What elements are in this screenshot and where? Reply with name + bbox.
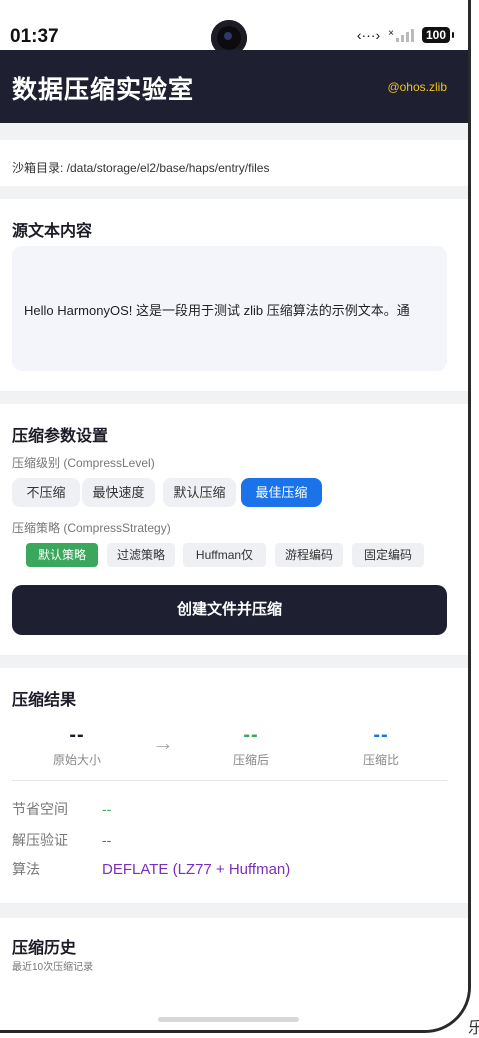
stat-original: -- 原始大小 (37, 724, 117, 768)
status-time: 01:37 (10, 26, 59, 47)
source-text: Hello HarmonyOS! 这是一段用于测试 zlib 压缩算法的示例文本… (24, 303, 410, 318)
level-option-fastest[interactable]: 最快速度 (82, 478, 155, 507)
phone-screen: 01:37 ‹···› × 100 数据压缩实验室 @ohos.zlib 沙箱目… (0, 0, 471, 1033)
history-title: 压缩历史 (12, 940, 77, 957)
strategy-option-huffman[interactable]: Huffman仅 (183, 543, 266, 567)
level-option-none[interactable]: 不压缩 (12, 478, 80, 507)
verify-row: 解压验证 -- (12, 830, 111, 850)
algorithm-value: DEFLATE (LZ77 + Huffman) (102, 861, 291, 878)
source-text-box[interactable]: Hello HarmonyOS! 这是一段用于测试 zlib 压缩算法的示例文本… (12, 246, 447, 371)
history-card: 压缩历史 最近10次压缩记录 (0, 918, 468, 1030)
result-card: 压缩结果 -- 原始大小 → -- 压缩后 -- 压缩比 节省空间 -- 解压验证… (0, 668, 468, 903)
params-card: 压缩参数设置 压缩级别 (CompressLevel) 不压缩 最快速度 默认压… (0, 404, 468, 655)
status-icons: ‹···› × 100 (356, 27, 455, 43)
strategy-option-rle[interactable]: 游程编码 (275, 543, 343, 567)
saved-space-label: 节省空间 (12, 801, 68, 817)
strategy-option-filtered[interactable]: 过滤策略 (107, 543, 175, 567)
history-desc: 最近10次压缩记录 (12, 962, 94, 973)
signal-icon: × (388, 28, 414, 42)
algorithm-row: 算法 DEFLATE (LZ77 + Huffman) (12, 859, 290, 879)
ratio-value: -- (373, 724, 389, 746)
battery-icon: 100 (421, 27, 455, 43)
network-arrows-icon: ‹···› (356, 27, 381, 43)
strategy-option-default[interactable]: 默认策略 (26, 543, 98, 567)
strategy-label: 压缩策略 (CompressStrategy) (12, 521, 171, 535)
original-size-label: 原始大小 (52, 753, 101, 767)
ratio-label: 压缩比 (362, 753, 399, 767)
source-card: 源文本内容 Hello HarmonyOS! 这是一段用于测试 zlib 压缩算… (0, 199, 468, 391)
params-title: 压缩参数设置 (12, 428, 109, 445)
algorithm-label: 算法 (12, 861, 40, 877)
saved-space-value: -- (102, 801, 112, 817)
level-label: 压缩级别 (CompressLevel) (12, 456, 155, 470)
result-title: 压缩结果 (12, 692, 77, 709)
saved-space-row: 节省空间 -- (12, 799, 111, 819)
verify-value: -- (102, 832, 112, 848)
sandbox-card: 沙箱目录: /data/storage/el2/base/haps/entry/… (0, 140, 468, 186)
level-option-default[interactable]: 默认压缩 (163, 478, 236, 507)
strategy-option-fixed[interactable]: 固定编码 (352, 543, 424, 567)
source-title: 源文本内容 (12, 223, 93, 240)
status-bar: 01:37 ‹···› × 100 (0, 0, 468, 56)
divider (12, 780, 447, 781)
original-size-value: -- (69, 724, 85, 746)
home-indicator[interactable] (158, 1017, 299, 1022)
compressed-size-label: 压缩后 (232, 753, 269, 767)
sandbox-path: 沙箱目录: /data/storage/el2/base/haps/entry/… (12, 161, 270, 175)
background-edge-text: 乐 (468, 1020, 479, 1037)
level-option-best[interactable]: 最佳压缩 (241, 478, 322, 507)
page-title: 数据压缩实验室 (12, 76, 195, 104)
app-header: 数据压缩实验室 @ohos.zlib (0, 50, 468, 123)
verify-label: 解压验证 (12, 832, 68, 848)
stat-ratio: -- 压缩比 (341, 724, 421, 768)
stat-compressed: -- 压缩后 (211, 724, 291, 768)
compress-button[interactable]: 创建文件并压缩 (12, 585, 447, 635)
arrow-right-icon: → (152, 730, 174, 755)
compressed-size-value: -- (243, 724, 259, 746)
module-tag: @ohos.zlib (387, 80, 447, 94)
